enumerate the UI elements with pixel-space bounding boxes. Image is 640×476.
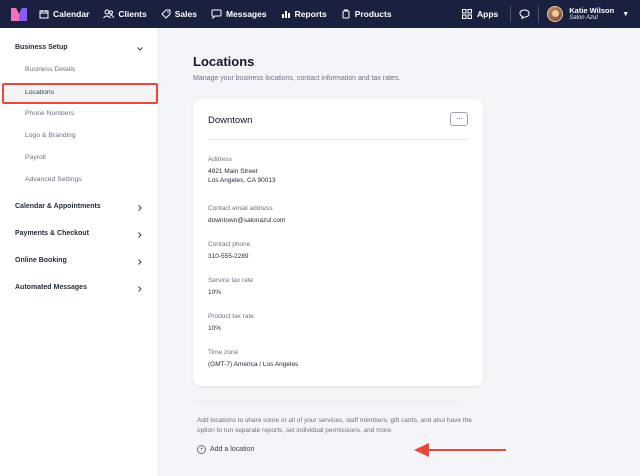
location-card: Downtown ··· Address 4921 Main Street Lo… (193, 99, 483, 386)
sidebar-item-logo-branding[interactable]: Logo & Branding (25, 132, 76, 139)
nav-sales-label: Sales (174, 9, 197, 19)
page-description: Manage your business locations, contact … (193, 75, 401, 82)
calendar-icon (39, 10, 49, 19)
sidebar-item-phone-numbers[interactable]: Phone Numbers (25, 110, 74, 117)
apps-label: Apps (477, 9, 499, 19)
add-location-info: Add locations to share some or all of yo… (197, 417, 472, 434)
plus-circle-icon: + (197, 445, 206, 454)
address-line-2: Los Angeles, CA 90013 (208, 177, 276, 185)
email-label: Contact email address (208, 205, 273, 212)
nav-messages-label: Messages (225, 9, 267, 19)
apps-button[interactable]: Apps (462, 9, 498, 19)
nav-sales[interactable]: Sales (161, 9, 197, 19)
product-tax-label: Product tax rate (208, 313, 254, 320)
divider (208, 139, 468, 140)
sidebar-section-business-setup[interactable]: Business Setup (15, 44, 68, 51)
nav-clients-label: Clients (118, 9, 147, 19)
user-name: Katie Wilson (569, 5, 615, 15)
nav-calendar[interactable]: Calendar (39, 9, 89, 19)
top-nav: Calendar Clients Sales Messages Reports … (0, 0, 640, 28)
address-value: 4921 Main Street Los Angeles, CA 90013 (208, 167, 276, 186)
more-options-button[interactable]: ··· (450, 112, 468, 126)
bar-chart-icon (281, 11, 290, 18)
nav-reports-label: Reports (294, 9, 327, 19)
people-icon (103, 9, 115, 19)
tag-icon (161, 9, 171, 19)
chevron-down-icon[interactable] (136, 45, 144, 53)
chevron-right-icon[interactable] (136, 258, 144, 266)
sidebar-item-locations[interactable]: Locations (2, 83, 158, 104)
sidebar-item-advanced-settings[interactable]: Advanced Settings (25, 176, 82, 183)
chat-bubble-icon (211, 9, 222, 19)
email-value: downtown@salonazul.com (208, 217, 286, 224)
nav-right-group: Apps Katie Wilson Salon Azul ▼ (462, 0, 629, 28)
annotation-arrow (414, 443, 506, 457)
service-tax-label: Service tax rate (208, 277, 254, 284)
sidebar-section-calendar[interactable]: Calendar & Appointments (15, 203, 101, 210)
grid-icon (462, 9, 472, 19)
nav-calendar-label: Calendar (53, 9, 90, 19)
main-content: Locations Manage your business locations… (160, 28, 640, 476)
sidebar: Business Setup Business Details Location… (0, 28, 159, 476)
user-business: Salon Azul (569, 15, 598, 22)
sidebar-section-payments[interactable]: Payments & Checkout (15, 230, 89, 237)
user-menu[interactable]: Katie Wilson Salon Azul (569, 7, 614, 22)
location-name: Downtown (208, 115, 253, 126)
phone-label: Contact phone (208, 241, 251, 248)
sidebar-item-business-details[interactable]: Business Details (25, 66, 75, 73)
time-zone-value: (GMT-7) America / Los Angeles (208, 361, 299, 368)
nav-products[interactable]: Products (341, 9, 392, 19)
speech-bubble-icon (519, 9, 530, 19)
product-tax-value: 10% (208, 325, 222, 332)
sidebar-section-automated-messages[interactable]: Automated Messages (15, 284, 87, 291)
sidebar-section-online-booking[interactable]: Online Booking (15, 257, 67, 264)
add-location-label: Add a location (210, 446, 255, 453)
service-tax-value: 10% (208, 289, 222, 296)
chat-button[interactable] (519, 9, 530, 19)
caret-down-icon[interactable]: ▼ (622, 11, 629, 18)
phone-value: 310-555-2289 (208, 253, 249, 260)
app-logo[interactable] (11, 7, 27, 21)
ellipsis-icon: ··· (455, 114, 463, 123)
address-label: Address (208, 156, 232, 163)
nav-clients[interactable]: Clients (103, 9, 147, 19)
nav-messages[interactable]: Messages (211, 9, 267, 19)
avatar[interactable] (547, 6, 564, 22)
add-location-button[interactable]: + Add a location (197, 445, 254, 454)
sidebar-item-payroll[interactable]: Payroll (25, 154, 46, 161)
nav-divider (538, 6, 540, 22)
sidebar-item-label: Locations (25, 89, 55, 96)
box-icon (342, 9, 350, 19)
nav-reports[interactable]: Reports (281, 9, 327, 19)
nav-products-label: Products (354, 9, 392, 19)
page-title: Locations (193, 54, 255, 69)
nav-divider (510, 6, 512, 22)
time-zone-label: Time zone (208, 349, 239, 356)
chevron-right-icon[interactable] (136, 285, 144, 293)
address-line-1: 4921 Main Street (208, 168, 258, 175)
divider (193, 401, 461, 402)
chevron-right-icon[interactable] (136, 231, 144, 239)
chevron-right-icon[interactable] (136, 204, 144, 212)
